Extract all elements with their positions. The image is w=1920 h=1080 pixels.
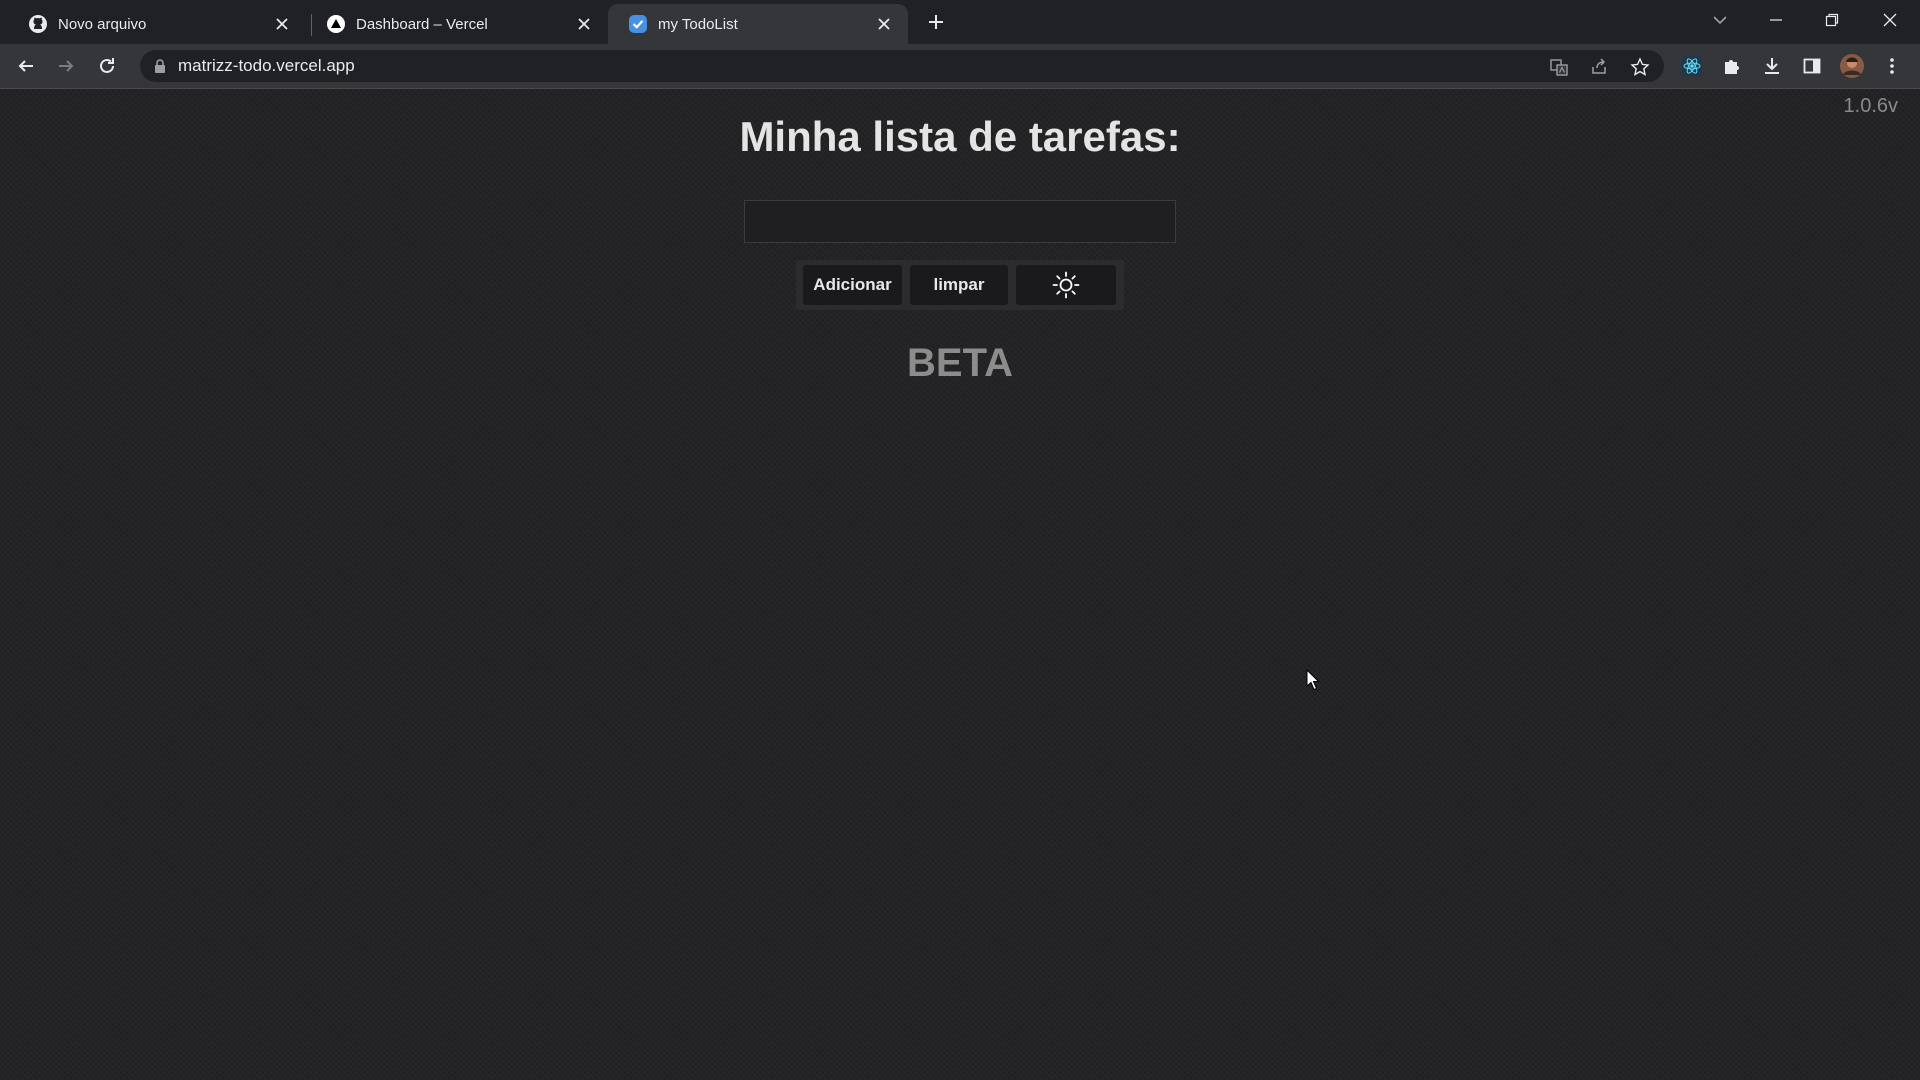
sun-icon — [1052, 271, 1080, 299]
close-icon — [1883, 13, 1897, 27]
close-icon[interactable] — [272, 14, 292, 34]
lock-icon[interactable] — [152, 58, 168, 74]
window-close-button[interactable] — [1862, 0, 1918, 40]
url-text: matrizz-todo.vercel.app — [178, 56, 355, 75]
back-button[interactable] — [10, 50, 42, 82]
close-icon[interactable] — [574, 14, 594, 34]
tab-title: my TodoList — [658, 15, 738, 33]
tab-dashboard-vercel[interactable]: Dashboard – Vercel — [306, 4, 608, 44]
extensions-button[interactable] — [1716, 50, 1748, 82]
react-icon — [1682, 56, 1702, 76]
vercel-icon — [326, 14, 346, 34]
add-button[interactable]: Adicionar — [803, 265, 902, 305]
todo-check-icon — [628, 14, 648, 34]
tab-search-button[interactable] — [1692, 0, 1748, 40]
task-input[interactable] — [744, 200, 1176, 243]
star-icon[interactable] — [1629, 56, 1651, 78]
reload-icon — [100, 58, 114, 73]
chevron-down-icon — [1713, 16, 1727, 25]
avatar-icon — [1840, 54, 1864, 78]
translate-icon[interactable] — [1548, 56, 1570, 78]
side-panel-button[interactable] — [1796, 50, 1828, 82]
restore-button[interactable] — [1804, 0, 1860, 40]
reload-button[interactable] — [91, 50, 123, 82]
theme-toggle-button[interactable] — [1016, 265, 1116, 305]
download-icon — [1765, 58, 1779, 74]
minimize-icon — [1770, 19, 1782, 21]
new-tab-button[interactable] — [922, 8, 950, 36]
share-icon[interactable] — [1588, 56, 1610, 78]
github-icon — [28, 14, 48, 34]
restore-icon — [1825, 13, 1839, 27]
browser-toolbar: matrizz-todo.vercel.app — [0, 44, 1920, 88]
tab-title: Novo arquivo — [58, 15, 147, 33]
plus-icon — [929, 15, 943, 29]
page-title: Minha lista de tarefas: — [739, 113, 1181, 160]
arrow-right-icon — [59, 60, 74, 72]
side-panel-icon — [1803, 58, 1821, 74]
profile-avatar[interactable] — [1836, 50, 1868, 82]
kebab-menu-icon — [1890, 58, 1894, 74]
puzzle-icon — [1725, 60, 1739, 74]
menu-button[interactable] — [1876, 50, 1908, 82]
tab-novo-arquivo[interactable]: Novo arquivo — [8, 4, 306, 44]
minimize-button[interactable] — [1748, 0, 1804, 40]
action-button-group: Adicionar limpar — [796, 260, 1124, 310]
address-bar[interactable]: matrizz-todo.vercel.app — [140, 50, 1664, 82]
clear-button[interactable]: limpar — [910, 265, 1008, 305]
mouse-cursor-icon — [1306, 669, 1320, 691]
tab-my-todolist[interactable]: my TodoList — [608, 4, 908, 44]
tab-title: Dashboard – Vercel — [356, 15, 488, 33]
arrow-left-icon — [18, 60, 33, 72]
downloads-button[interactable] — [1756, 50, 1788, 82]
todo-page: 1.0.6v Minha lista de tarefas: Adicionar… — [0, 89, 1920, 1080]
beta-label: BETA — [907, 341, 1013, 385]
browser-titlebar: Novo arquivo Dashboard – Vercel my TodoL… — [0, 0, 1920, 44]
react-devtools-extension[interactable] — [1676, 50, 1708, 82]
close-icon[interactable] — [874, 14, 894, 34]
forward-button[interactable] — [50, 50, 82, 82]
